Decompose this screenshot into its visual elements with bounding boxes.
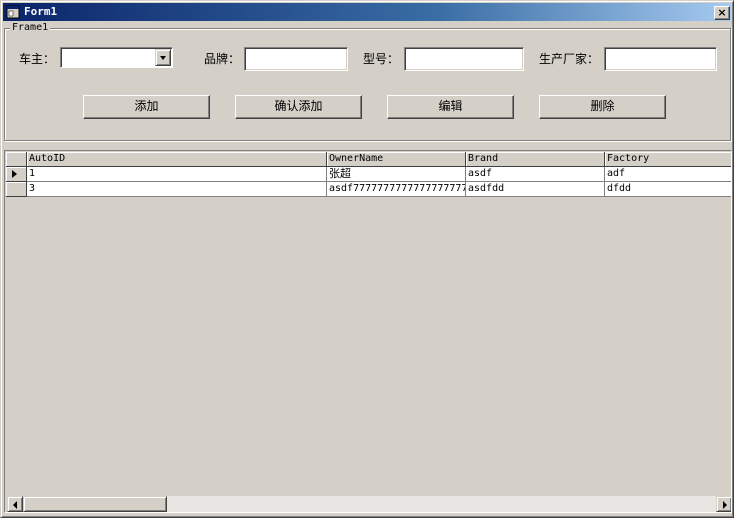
column-header-autoid[interactable]: AutoID bbox=[27, 152, 327, 167]
arrow-left-icon bbox=[13, 501, 17, 509]
row-selector[interactable] bbox=[6, 167, 27, 182]
scroll-left-button[interactable] bbox=[7, 496, 23, 512]
owner-label: 车主： bbox=[19, 52, 56, 66]
column-header-ownername[interactable]: OwnerName bbox=[327, 152, 466, 167]
frame-title: Frame1 bbox=[10, 22, 51, 34]
model-input[interactable] bbox=[404, 47, 524, 71]
confirm-add-button[interactable]: 确认添加 bbox=[235, 95, 362, 119]
grid-corner-cell[interactable] bbox=[6, 152, 27, 167]
cell-ownername[interactable]: 张超 bbox=[327, 167, 466, 182]
cell-factory[interactable]: dfdd bbox=[605, 182, 731, 197]
main-window: Form1 × Frame1 车主： 品牌： 型号： 生产厂家： 添加 确认添加… bbox=[0, 0, 734, 518]
column-header-factory[interactable]: Factory bbox=[605, 152, 731, 167]
cell-brand[interactable]: asdf bbox=[466, 167, 605, 182]
brand-input[interactable] bbox=[244, 47, 348, 71]
column-header-brand[interactable]: Brand bbox=[466, 152, 605, 167]
cell-factory[interactable]: adf bbox=[605, 167, 731, 182]
table-row[interactable]: 1 张超 asdf adf bbox=[6, 167, 731, 182]
owner-dropdown-button[interactable] bbox=[155, 49, 171, 66]
close-button[interactable]: × bbox=[714, 6, 730, 20]
owner-combo[interactable] bbox=[60, 47, 173, 68]
app-icon bbox=[6, 5, 20, 19]
window-title: Form1 bbox=[24, 5, 58, 18]
factory-label: 生产厂家： bbox=[539, 52, 600, 66]
row-selector[interactable] bbox=[6, 182, 27, 197]
cell-autoid[interactable]: 3 bbox=[27, 182, 327, 197]
brand-label: 品牌： bbox=[204, 52, 241, 66]
factory-input[interactable] bbox=[604, 47, 717, 71]
chevron-down-icon bbox=[160, 56, 166, 60]
close-icon: × bbox=[717, 6, 727, 19]
add-button[interactable]: 添加 bbox=[83, 95, 210, 119]
model-label: 型号： bbox=[363, 52, 400, 66]
input-frame bbox=[4, 28, 731, 141]
data-grid[interactable]: AutoID OwnerName Brand Factory 1 张超 asdf… bbox=[4, 150, 732, 513]
cell-brand[interactable]: asdfdd bbox=[466, 182, 605, 197]
edit-button[interactable]: 编辑 bbox=[387, 95, 514, 119]
row-pointer-icon bbox=[12, 170, 17, 178]
horizontal-scrollbar[interactable] bbox=[7, 496, 731, 512]
cell-autoid[interactable]: 1 bbox=[27, 167, 327, 182]
delete-button[interactable]: 删除 bbox=[539, 95, 666, 119]
grid-header-row: AutoID OwnerName Brand Factory bbox=[6, 152, 731, 167]
scroll-right-button[interactable] bbox=[716, 496, 731, 512]
cell-ownername[interactable]: asdf7777777777777777777 bbox=[327, 182, 466, 197]
title-bar[interactable]: Form1 × bbox=[3, 3, 731, 21]
grid-viewport: AutoID OwnerName Brand Factory 1 张超 asdf… bbox=[6, 152, 731, 512]
arrow-right-icon bbox=[723, 501, 727, 509]
scroll-thumb[interactable] bbox=[23, 496, 167, 512]
table-row[interactable]: 3 asdf7777777777777777777 asdfdd dfdd bbox=[6, 182, 731, 197]
